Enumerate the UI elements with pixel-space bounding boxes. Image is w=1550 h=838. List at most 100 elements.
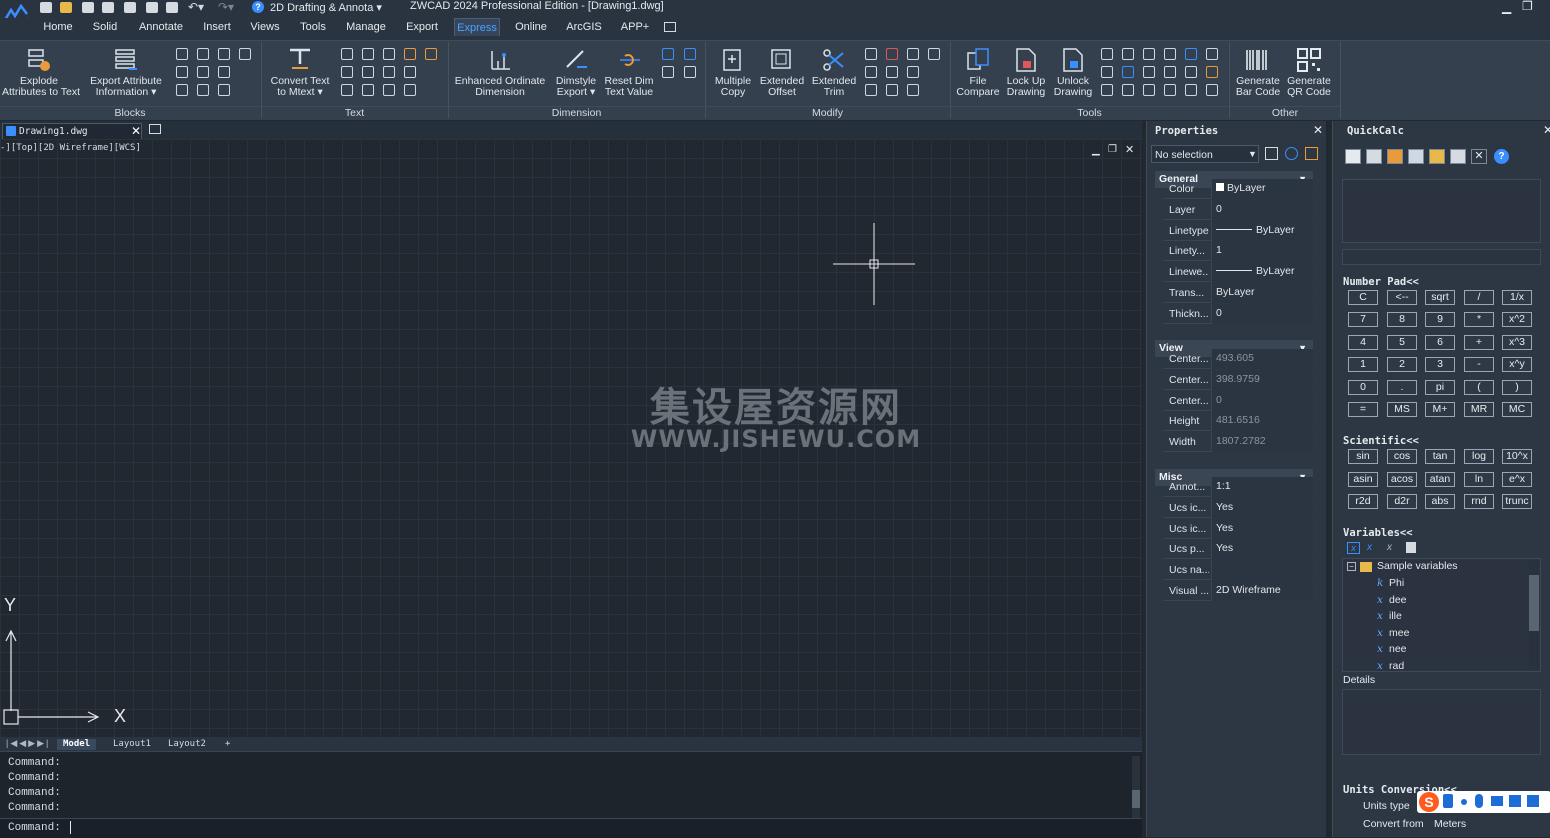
calc-key[interactable]: r2d	[1348, 494, 1378, 509]
property-value[interactable]: 493.605	[1211, 349, 1313, 369]
calc-key[interactable]: 8	[1387, 312, 1417, 328]
property-row[interactable]: Ucs ic... Yes	[1163, 518, 1313, 539]
property-row[interactable]: Ucs ic... Yes	[1163, 497, 1313, 518]
calc-key[interactable]: d2r	[1387, 494, 1417, 509]
modify-tool-icon[interactable]	[907, 84, 919, 96]
tools-tool-icon[interactable]	[1206, 84, 1218, 96]
block-tool-icon[interactable]	[197, 48, 209, 60]
calc-key[interactable]: sin	[1348, 449, 1378, 464]
tab-views[interactable]: Views	[247, 18, 283, 36]
add-layout-button[interactable]: +	[219, 739, 236, 750]
calc-key[interactable]: 9	[1425, 312, 1455, 328]
delete-variable-icon[interactable]: x	[1387, 542, 1392, 553]
reset-dim-button[interactable]: Reset Dim Text Value	[603, 76, 655, 98]
edit-variable-icon[interactable]: x	[1367, 542, 1372, 553]
tab-manage[interactable]: Manage	[342, 18, 390, 36]
calc-key[interactable]: tan	[1425, 449, 1455, 464]
new-tab-icon[interactable]	[149, 124, 161, 134]
dimstyle-export-button[interactable]: Dimstyle Export ▾	[550, 76, 602, 98]
plot-preview-icon[interactable]	[166, 2, 178, 13]
calc-key[interactable]: 7	[1348, 312, 1378, 328]
tools-tool-icon[interactable]	[1143, 84, 1155, 96]
block-tool-icon[interactable]	[239, 48, 251, 60]
scientific-section-label[interactable]: Scientific<<	[1343, 435, 1419, 447]
selection-dropdown[interactable]: No selection ▼	[1151, 145, 1259, 163]
calc-key[interactable]: cos	[1387, 449, 1417, 464]
ime-tools-icon[interactable]	[1527, 795, 1539, 807]
text-tool-icon[interactable]	[404, 66, 416, 78]
property-value[interactable]: Yes	[1211, 539, 1313, 560]
tools-tool-icon[interactable]	[1101, 84, 1113, 96]
calc-key[interactable]: asin	[1348, 471, 1378, 487]
calc-key[interactable]: (	[1464, 379, 1494, 395]
calc-key[interactable]: acos	[1387, 471, 1417, 487]
modify-tool-icon[interactable]	[865, 84, 877, 96]
save-all-icon[interactable]	[124, 2, 136, 13]
modify-tool-icon[interactable]	[886, 66, 898, 78]
tools-tool-icon[interactable]	[1164, 84, 1176, 96]
calc-key[interactable]: abs	[1425, 494, 1455, 509]
calc-key[interactable]: .	[1387, 379, 1417, 395]
calc-key[interactable]: ln	[1464, 471, 1494, 487]
modify-tool-icon[interactable]	[928, 48, 940, 60]
property-row[interactable]: Visual ... 2D Wireframe	[1163, 581, 1313, 601]
tools-tool-icon[interactable]	[1164, 66, 1176, 78]
dimension-tool-icon[interactable]	[662, 66, 674, 78]
property-row[interactable]: Linewe... ByLayer	[1163, 262, 1313, 283]
tools-tool-icon[interactable]	[1122, 66, 1134, 78]
property-row[interactable]: Ucs p... Yes	[1163, 539, 1313, 560]
modify-tool-icon[interactable]	[886, 84, 898, 96]
calc-key[interactable]: 5	[1387, 334, 1417, 350]
clear-history-icon[interactable]	[1366, 149, 1382, 164]
text-tool-icon[interactable]	[404, 84, 416, 96]
tab-online[interactable]: Online	[511, 18, 551, 36]
ime-mode-icon[interactable]	[1443, 794, 1453, 808]
intersection-icon[interactable]: ✕	[1471, 149, 1487, 164]
property-value[interactable]: 1	[1211, 241, 1313, 262]
undo-icon[interactable]: ↶▾	[188, 0, 204, 14]
calc-key[interactable]: +	[1464, 334, 1494, 350]
new-file-icon[interactable]	[40, 2, 52, 13]
calc-key[interactable]: 0	[1348, 379, 1378, 395]
tools-tool-icon[interactable]	[1185, 84, 1197, 96]
property-value[interactable]: 0	[1211, 390, 1313, 411]
property-value[interactable]: 2D Wireframe	[1211, 581, 1313, 601]
text-tool-icon[interactable]	[341, 48, 353, 60]
property-value[interactable]: Yes	[1211, 518, 1313, 539]
calc-key[interactable]: x^2	[1502, 312, 1532, 328]
document-tab[interactable]: Drawing1.dwg ✕	[2, 123, 142, 139]
ime-punct-icon[interactable]	[1461, 799, 1467, 805]
property-value[interactable]: ByLayer	[1211, 262, 1313, 283]
calc-key[interactable]: MS	[1387, 402, 1417, 417]
property-row[interactable]: Center... 493.605	[1163, 349, 1313, 369]
calc-key[interactable]: C	[1348, 290, 1378, 305]
text-tool-icon[interactable]	[362, 66, 374, 78]
variable-item[interactable]: x ille	[1377, 610, 1402, 622]
property-value[interactable]: 1:1	[1211, 477, 1313, 497]
tools-tool-icon[interactable]	[1122, 84, 1134, 96]
calc-key[interactable]: 6	[1425, 334, 1455, 350]
open-folder-icon[interactable]	[60, 2, 72, 13]
extended-trim-button[interactable]: Extended Trim	[808, 76, 860, 98]
ribbon-minimize-icon[interactable]	[664, 22, 676, 32]
block-tool-icon[interactable]	[218, 48, 230, 60]
save-icon[interactable]	[82, 2, 94, 13]
calc-key[interactable]: 1/x	[1502, 290, 1532, 305]
tools-tool-icon[interactable]	[1185, 48, 1197, 60]
workspace-dropdown[interactable]: 2D Drafting & Annota ▾	[270, 1, 388, 15]
export-attribute-button[interactable]: Export Attribute Information ▾	[86, 76, 166, 98]
modify-tool-icon[interactable]	[907, 48, 919, 60]
calc-key[interactable]: atan	[1425, 471, 1455, 487]
tools-tool-icon[interactable]	[1164, 48, 1176, 60]
angle-icon[interactable]	[1450, 149, 1466, 164]
command-scrollbar[interactable]	[1132, 756, 1140, 818]
text-tool-icon[interactable]	[383, 48, 395, 60]
numpad-section-label[interactable]: Number Pad<<	[1343, 276, 1419, 288]
property-row[interactable]: Center... 0	[1163, 390, 1313, 411]
block-tool-icon[interactable]	[218, 84, 230, 96]
toggle-pickadd-icon[interactable]	[1265, 147, 1278, 160]
properties-close-icon[interactable]: ✕	[1313, 123, 1323, 137]
modify-tool-icon[interactable]	[865, 66, 877, 78]
generate-barcode-button[interactable]: Generate Bar Code	[1234, 76, 1282, 98]
calc-key[interactable]: 3	[1425, 357, 1455, 373]
